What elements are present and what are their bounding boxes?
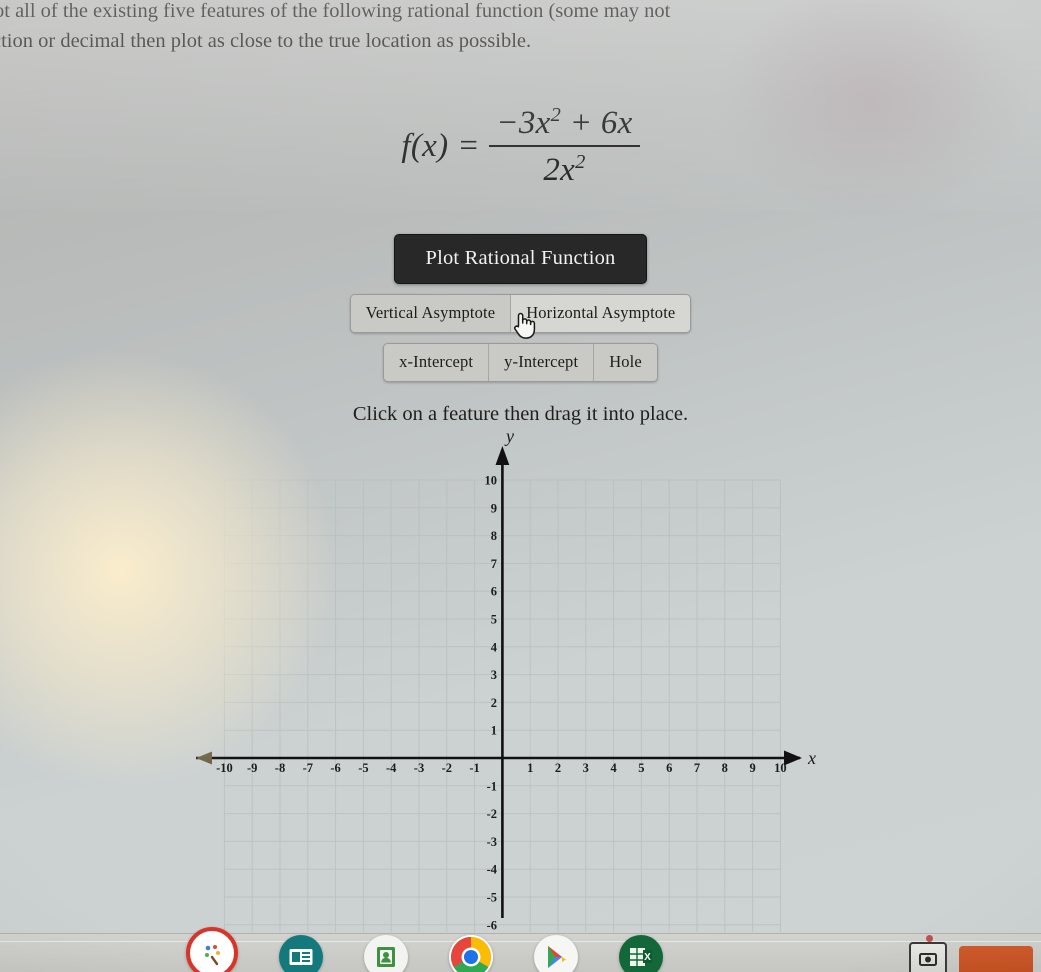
numerator-term-1: −3x <box>496 105 551 141</box>
svg-text:4: 4 <box>491 640 498 654</box>
chrome-browser-icon[interactable] <box>449 935 493 972</box>
svg-text:-5: -5 <box>487 891 497 905</box>
intercept-segmented-control: x-Intercept y-Intercept Hole <box>383 343 658 382</box>
instructions-block: ot all of the existing five features of … <box>0 0 1041 56</box>
svg-text:-3: -3 <box>414 761 424 775</box>
svg-text:10: 10 <box>485 474 498 488</box>
graph-svg[interactable]: y x -10 -9 -8 -7 -6 -5 -4 -3 -2 -1 1 2 3… <box>0 432 1041 942</box>
svg-text:9: 9 <box>749 761 755 775</box>
plot-rational-function-button[interactable]: Plot Rational Function <box>394 234 647 284</box>
instruction-line-1: ot all of the existing five features of … <box>0 0 671 22</box>
screenshot-icon[interactable] <box>909 942 947 972</box>
svg-text:-2: -2 <box>442 761 452 775</box>
denominator-exponent: 2 <box>575 151 586 173</box>
svg-text:-1: -1 <box>469 761 479 775</box>
y-intercept-button[interactable]: y-Intercept <box>489 344 595 381</box>
y-axis-label: y <box>504 432 514 446</box>
paint-palette-icon[interactable] <box>186 927 238 972</box>
math-expression: f(x) = −3x2 + 6x 2x2 <box>401 104 640 189</box>
svg-text:-5: -5 <box>358 761 368 775</box>
asymptote-button-row: Vertical Asymptote Horizontal Asymptote <box>0 294 1041 333</box>
x-axis-label: x <box>807 748 816 768</box>
svg-text:-9: -9 <box>247 761 257 775</box>
svg-text:-1: -1 <box>487 779 497 793</box>
system-tray <box>909 942 1033 972</box>
svg-text:9: 9 <box>491 501 497 515</box>
numerator-exponent: 2 <box>550 104 562 126</box>
intercept-button-row: x-Intercept y-Intercept Hole <box>0 343 1041 382</box>
play-store-icon[interactable] <box>534 935 578 972</box>
x-axis <box>196 750 802 766</box>
vertical-asymptote-button[interactable]: Vertical Asymptote <box>350 295 512 332</box>
coordinate-plane-graph[interactable]: y x -10 -9 -8 -7 -6 -5 -4 -3 -2 -1 1 2 3… <box>0 432 1041 942</box>
function-formula: f(x) = −3x2 + 6x 2x2 <box>0 104 1041 189</box>
svg-text:2: 2 <box>555 761 561 775</box>
svg-text:5: 5 <box>491 613 497 627</box>
spreadsheet-icon[interactable]: X <box>619 935 663 972</box>
y-axis <box>495 446 510 918</box>
svg-text:-3: -3 <box>487 835 497 849</box>
svg-text:8: 8 <box>722 761 728 775</box>
svg-text:8: 8 <box>491 529 497 543</box>
svg-text:-7: -7 <box>303 761 313 775</box>
taskbar-icon-strip: X <box>186 927 663 972</box>
taskbar: X <box>0 927 1041 972</box>
x-intercept-button[interactable]: x-Intercept <box>384 344 490 381</box>
screen-photo: ot all of the existing five features of … <box>0 0 1041 972</box>
svg-text:1: 1 <box>491 724 497 738</box>
drag-hint-text: Click on a feature then drag it into pla… <box>352 403 689 425</box>
svg-text:-8: -8 <box>275 761 285 775</box>
formula-numerator: −3x2 + 6x <box>489 104 639 145</box>
denominator-term: 2x <box>543 152 576 188</box>
formula-denominator: 2x2 <box>536 147 592 189</box>
svg-text:1: 1 <box>527 761 533 775</box>
svg-text:6: 6 <box>666 761 672 775</box>
contacts-card-icon[interactable] <box>364 935 408 972</box>
svg-text:-10: -10 <box>216 761 233 775</box>
hole-button[interactable]: Hole <box>594 344 657 381</box>
svg-text:7: 7 <box>491 557 497 571</box>
svg-text:-6: -6 <box>330 761 340 775</box>
svg-text:X: X <box>644 952 651 963</box>
svg-text:5: 5 <box>638 761 644 775</box>
news-document-icon[interactable] <box>279 935 323 972</box>
svg-text:10: 10 <box>774 761 787 775</box>
numerator-term-2: + 6x <box>569 105 633 141</box>
asymptote-segmented-control: Vertical Asymptote Horizontal Asymptote <box>349 294 692 333</box>
notification-dot <box>926 935 933 942</box>
svg-text:7: 7 <box>694 761 700 775</box>
svg-text:-2: -2 <box>487 807 497 821</box>
instruction-line-2: ction or decimal then plot as close to t… <box>0 30 532 52</box>
formula-fraction: −3x2 + 6x 2x2 <box>489 104 640 189</box>
svg-text:3: 3 <box>583 761 589 775</box>
plot-button-container: Plot Rational Function <box>0 234 1041 284</box>
formula-lhs: f(x) <box>401 128 449 164</box>
svg-text:3: 3 <box>491 668 497 682</box>
svg-text:-4: -4 <box>386 761 397 775</box>
horizontal-asymptote-button[interactable]: Horizontal Asymptote <box>511 295 691 332</box>
y-tick-labels: 10 9 8 7 6 5 4 3 2 1 -1 -2 -3 -4 -5 -6 <box>485 474 498 933</box>
svg-text:-4: -4 <box>487 863 498 877</box>
tray-chip[interactable] <box>959 946 1033 972</box>
svg-text:6: 6 <box>491 585 497 599</box>
svg-text:2: 2 <box>491 696 497 710</box>
svg-text:4: 4 <box>610 761 617 775</box>
formula-equals: = <box>459 128 479 164</box>
